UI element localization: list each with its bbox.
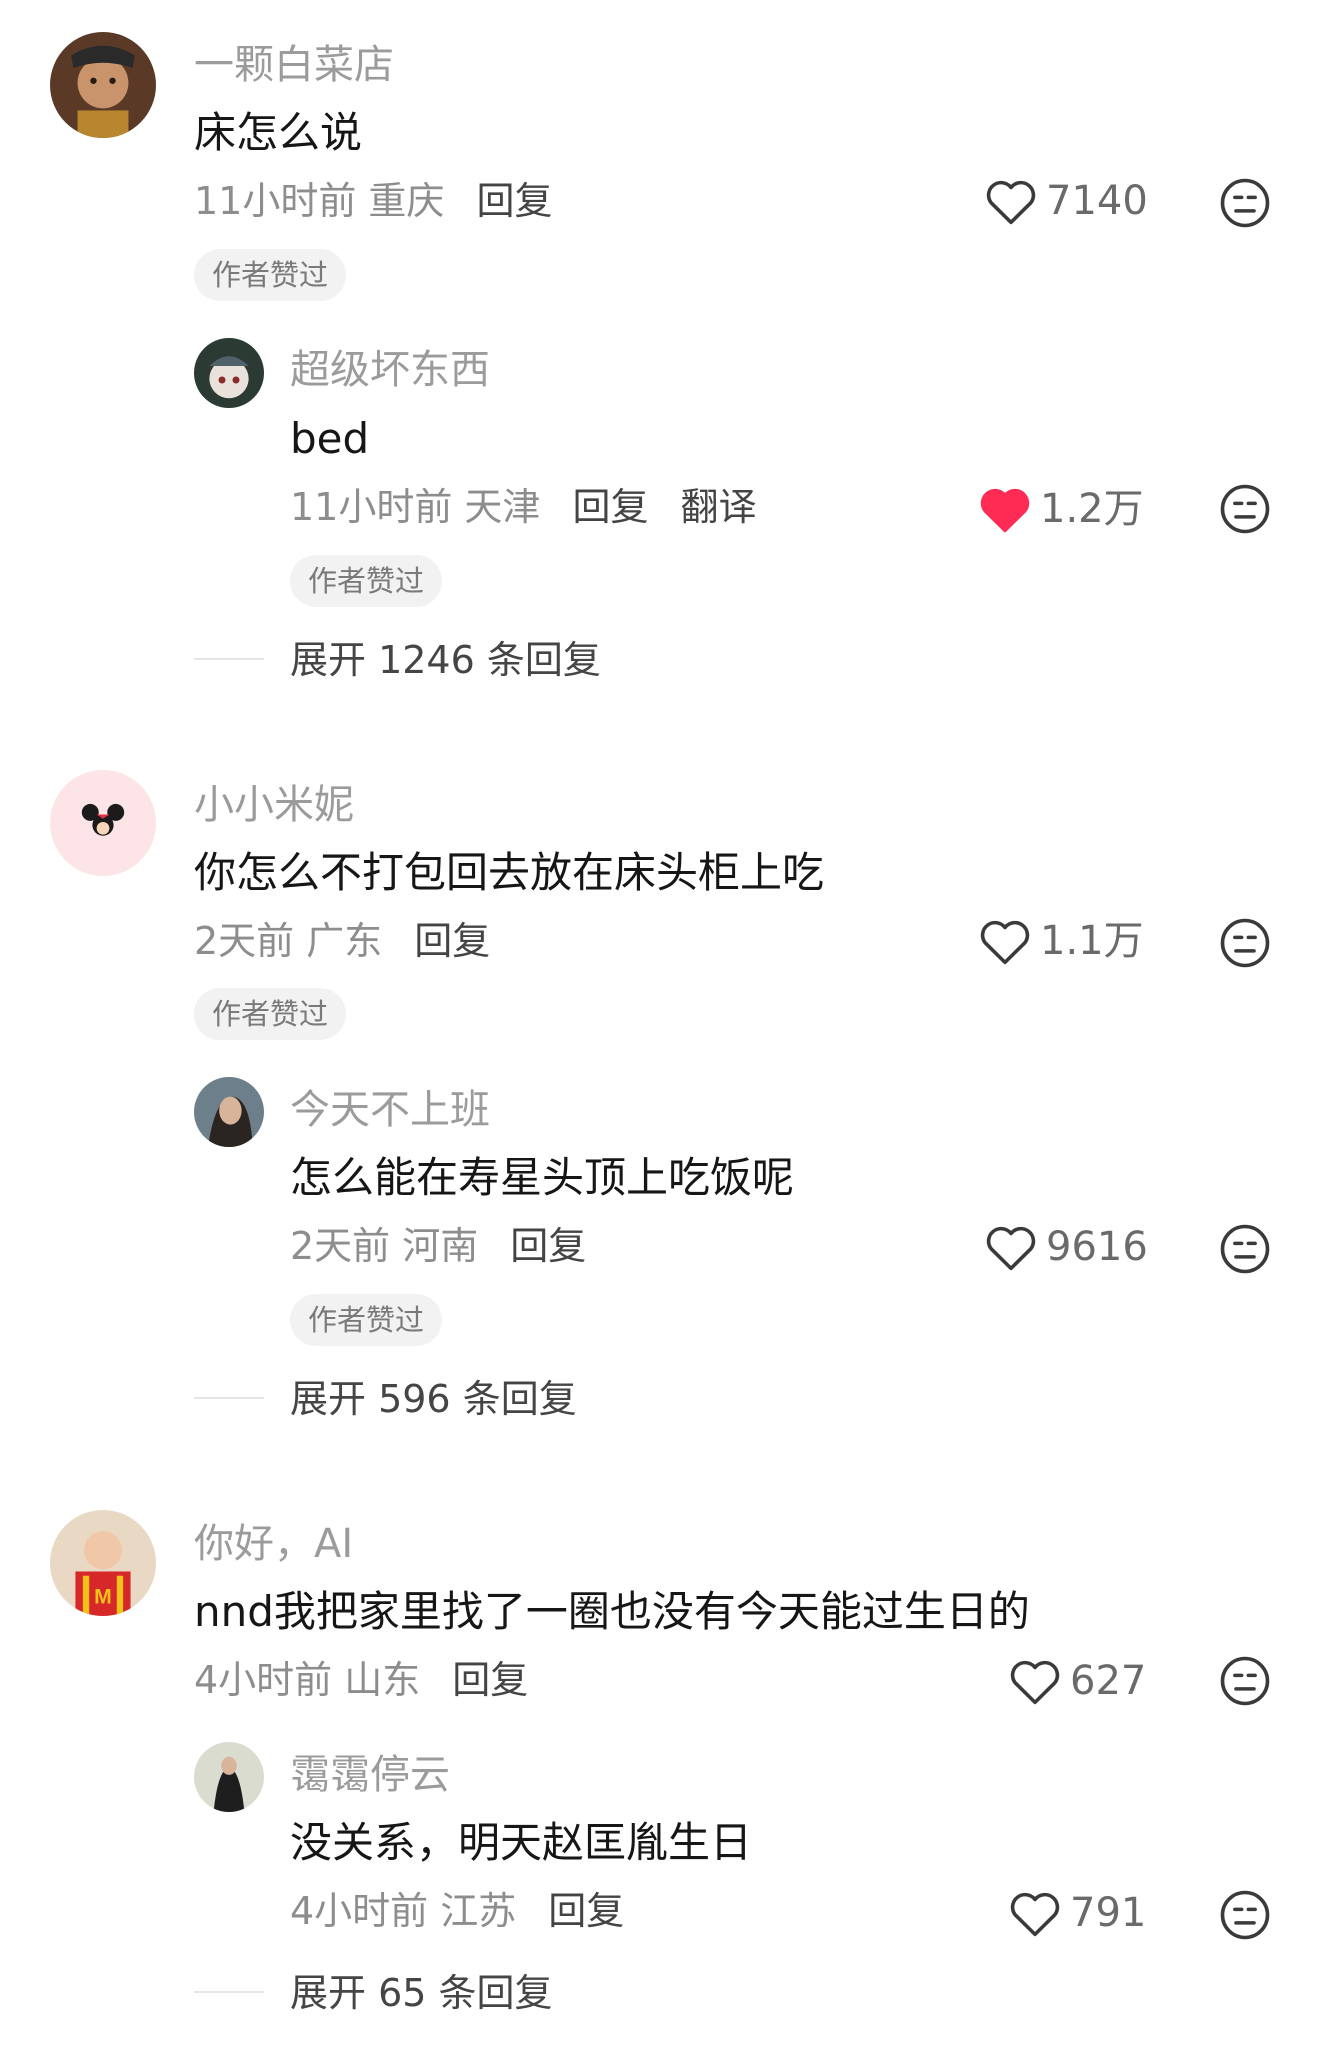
- comment-text[interactable]: nnd我把家里找了一圈也没有今天能过生日的: [194, 1591, 1030, 1633]
- author-liked-badge: 作者赞过: [290, 1294, 443, 1346]
- comment-time-location: 11小时前 重庆: [194, 179, 445, 223]
- heart-outline-icon: [980, 920, 1030, 965]
- expand-divider: [194, 1397, 264, 1399]
- svg-text:M: M: [94, 1585, 112, 1608]
- like-button[interactable]: 791: [1008, 1888, 1146, 1938]
- expand-replies-button[interactable]: 展开 596 条回复: [290, 1380, 577, 1418]
- reply-button[interactable]: 回复: [476, 179, 552, 223]
- avatar[interactable]: [50, 770, 156, 876]
- meh-face-icon[interactable]: [1218, 1888, 1272, 1942]
- avatar[interactable]: [194, 338, 264, 408]
- reply-button[interactable]: 回复: [572, 485, 648, 529]
- comment-meta: 4小时前 江苏 回复: [290, 1892, 624, 1930]
- avatar[interactable]: M: [50, 1510, 156, 1616]
- like-count: 9616: [1046, 1224, 1148, 1270]
- commenter-name[interactable]: 超级坏东西: [290, 350, 490, 390]
- author-liked-badge: 作者赞过: [194, 249, 347, 301]
- comment-meta: 2天前 广东 回复: [194, 922, 490, 960]
- like-count: 1.1万: [1040, 918, 1144, 964]
- comment-text[interactable]: 没关系，明天赵匡胤生日: [290, 1822, 752, 1864]
- like-button[interactable]: 1.2万: [978, 484, 1144, 534]
- comment-text[interactable]: 怎么能在寿星头顶上吃饭呢: [290, 1157, 794, 1199]
- heart-outline-icon: [986, 180, 1036, 225]
- heart-outline-icon: [1010, 1892, 1060, 1937]
- expand-replies-button[interactable]: 展开 1246 条回复: [290, 641, 601, 679]
- comment-time-location: 2天前 河南: [290, 1224, 479, 1268]
- meh-face-icon[interactable]: [1218, 1654, 1272, 1708]
- expand-replies-button[interactable]: 展开 65 条回复: [290, 1974, 553, 2012]
- avatar[interactable]: [50, 32, 156, 138]
- reply-button[interactable]: 回复: [414, 919, 490, 963]
- heart-outline-icon: [986, 1226, 1036, 1271]
- commenter-name[interactable]: 霭霭停云: [290, 1755, 450, 1795]
- like-button[interactable]: 7140: [984, 176, 1148, 226]
- comment-time-location: 4小时前 江苏: [290, 1889, 517, 1933]
- heart-outline-icon: [1010, 1660, 1060, 1705]
- meh-face-icon[interactable]: [1218, 1222, 1272, 1276]
- meh-face-icon[interactable]: [1218, 482, 1272, 536]
- avatar[interactable]: [194, 1077, 264, 1147]
- like-count: 791: [1070, 1890, 1147, 1936]
- author-liked-badge: 作者赞过: [290, 555, 443, 607]
- avatar[interactable]: [194, 1742, 264, 1812]
- meh-face-icon[interactable]: [1218, 176, 1272, 230]
- like-count: 627: [1070, 1658, 1147, 1704]
- expand-divider: [194, 1991, 264, 1993]
- expand-divider: [194, 658, 264, 660]
- like-count: 7140: [1046, 178, 1148, 224]
- comment-time-location: 4小时前 山东: [194, 1658, 421, 1702]
- heart-filled-icon: [980, 488, 1030, 533]
- translate-button[interactable]: 翻译: [680, 485, 756, 529]
- comment-text[interactable]: 床怎么说: [194, 112, 362, 154]
- author-liked-badge: 作者赞过: [194, 988, 347, 1040]
- comment-meta: 2天前 河南 回复: [290, 1227, 586, 1265]
- commenter-name[interactable]: 一颗白菜店: [194, 45, 394, 85]
- comment-text[interactable]: 你怎么不打包回去放在床头柜上吃: [194, 852, 824, 894]
- comment-time-location: 2天前 广东: [194, 919, 383, 963]
- commenter-name[interactable]: 你好，AI: [194, 1524, 353, 1564]
- comment-meta: 4小时前 山东 回复: [194, 1661, 528, 1699]
- commenter-name[interactable]: 今天不上班: [290, 1090, 490, 1130]
- reply-button[interactable]: 回复: [548, 1889, 624, 1933]
- comment-meta: 11小时前 重庆 回复: [194, 182, 552, 220]
- comment-time-location: 11小时前 天津: [290, 485, 541, 529]
- like-button[interactable]: 1.1万: [978, 916, 1144, 966]
- comment-text[interactable]: bed: [290, 418, 369, 460]
- commenter-name[interactable]: 小小米妮: [194, 785, 354, 825]
- reply-button[interactable]: 回复: [510, 1224, 586, 1268]
- like-button[interactable]: 9616: [984, 1222, 1148, 1272]
- like-button[interactable]: 627: [1008, 1656, 1146, 1706]
- comment-meta: 11小时前 天津 回复 翻译: [290, 488, 756, 526]
- meh-face-icon[interactable]: [1218, 916, 1272, 970]
- like-count: 1.2万: [1040, 486, 1144, 532]
- reply-button[interactable]: 回复: [452, 1658, 528, 1702]
